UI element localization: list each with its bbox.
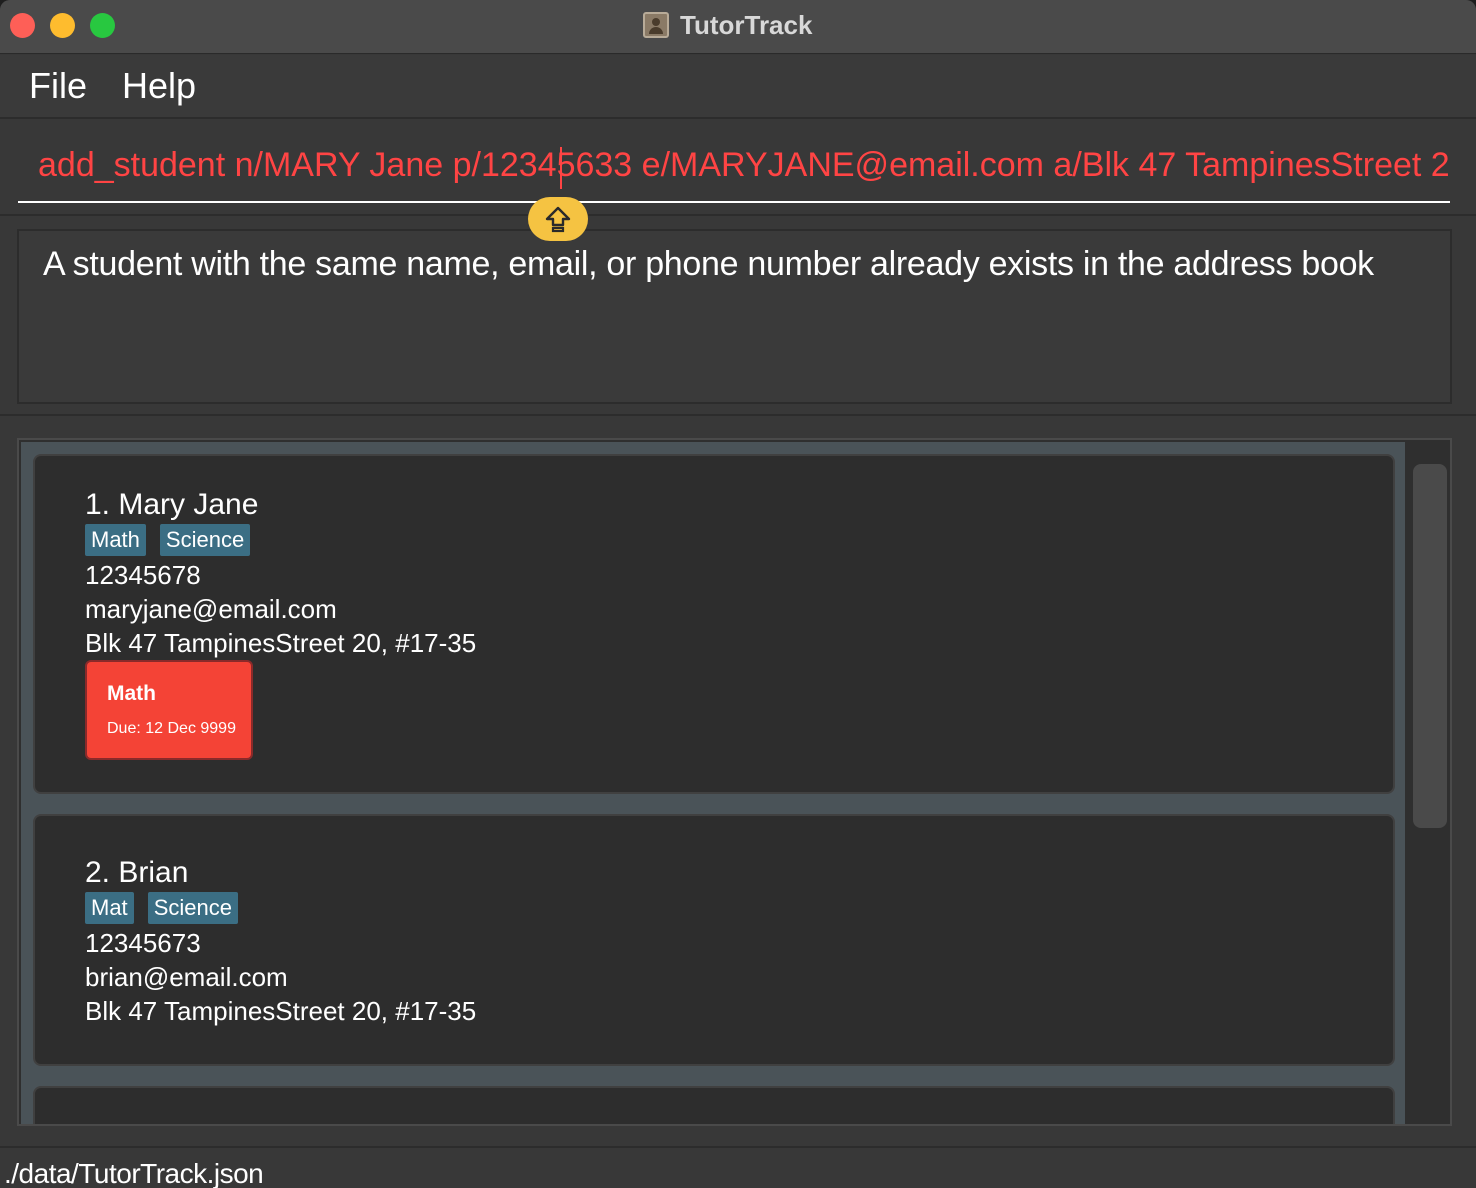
student-name: 1. Mary Jane [85,488,259,521]
student-card[interactable]: 2. Brian Mat Science 12345673 brian@emai… [33,814,1395,1066]
data-file-path: ./data/TutorTrack.json [4,1158,264,1188]
student-list-panel: 1. Mary Jane Math Science 12345678 maryj… [0,414,1476,1146]
student-email: maryjane@email.com [85,594,337,624]
app-contact-icon [643,12,669,38]
command-box [0,121,1476,213]
title-bar[interactable]: TutorTrack [0,0,1476,54]
menu-help[interactable]: Help [122,65,196,107]
student-card[interactable]: 1. Mary Jane Math Science 12345678 maryj… [33,454,1395,794]
student-phone: 12345673 [85,928,201,958]
student-address: Blk 47 TampinesStreet 20, #17-35 [85,628,477,658]
tag: Math [85,524,146,556]
tag: Science [159,524,251,556]
status-bar: ./data/TutorTrack.json [0,1146,1476,1188]
tag-list: Mat Science [85,892,238,924]
student-list[interactable]: 1. Mary Jane Math Science 12345678 maryj… [17,438,1452,1126]
result-display: A student with the same name, email, or … [0,214,1476,414]
student-phone: 12345678 [85,560,201,590]
list-viewport: 1. Mary Jane Math Science 12345678 maryj… [21,442,1405,1124]
tag: Science [147,892,238,924]
minimize-window-button[interactable] [50,13,75,38]
result-message: A student with the same name, email, or … [43,245,1374,283]
student-card[interactable] [33,1086,1395,1124]
window-title: TutorTrack [680,10,813,40]
assignment-card[interactable]: Math Due: 12 Dec 9999 [85,660,253,760]
tag-list: Math Science [85,524,251,556]
student-name: 2. Brian [85,856,189,889]
caps-lock-indicator [528,197,588,241]
text-caret [560,147,562,189]
tag: Mat [85,892,134,924]
assignment-title: Math [107,682,156,705]
assignment-due: Due: 12 Dec 9999 [107,720,236,737]
shift-arrow-icon [545,206,571,233]
app-window: TutorTrack File Help A student with the … [0,0,1476,1188]
command-input[interactable] [18,129,1450,203]
student-address: Blk 47 TampinesStreet 20, #17-35 [85,996,477,1026]
scrollbar-thumb[interactable] [1413,464,1447,828]
close-window-button[interactable] [10,13,35,38]
maximize-window-button[interactable] [90,13,115,38]
student-email: brian@email.com [85,962,288,992]
result-box: A student with the same name, email, or … [17,229,1452,404]
menu-bar: File Help [0,55,1476,119]
list-scrollbar[interactable] [1407,442,1450,1124]
menu-file[interactable]: File [29,65,87,107]
